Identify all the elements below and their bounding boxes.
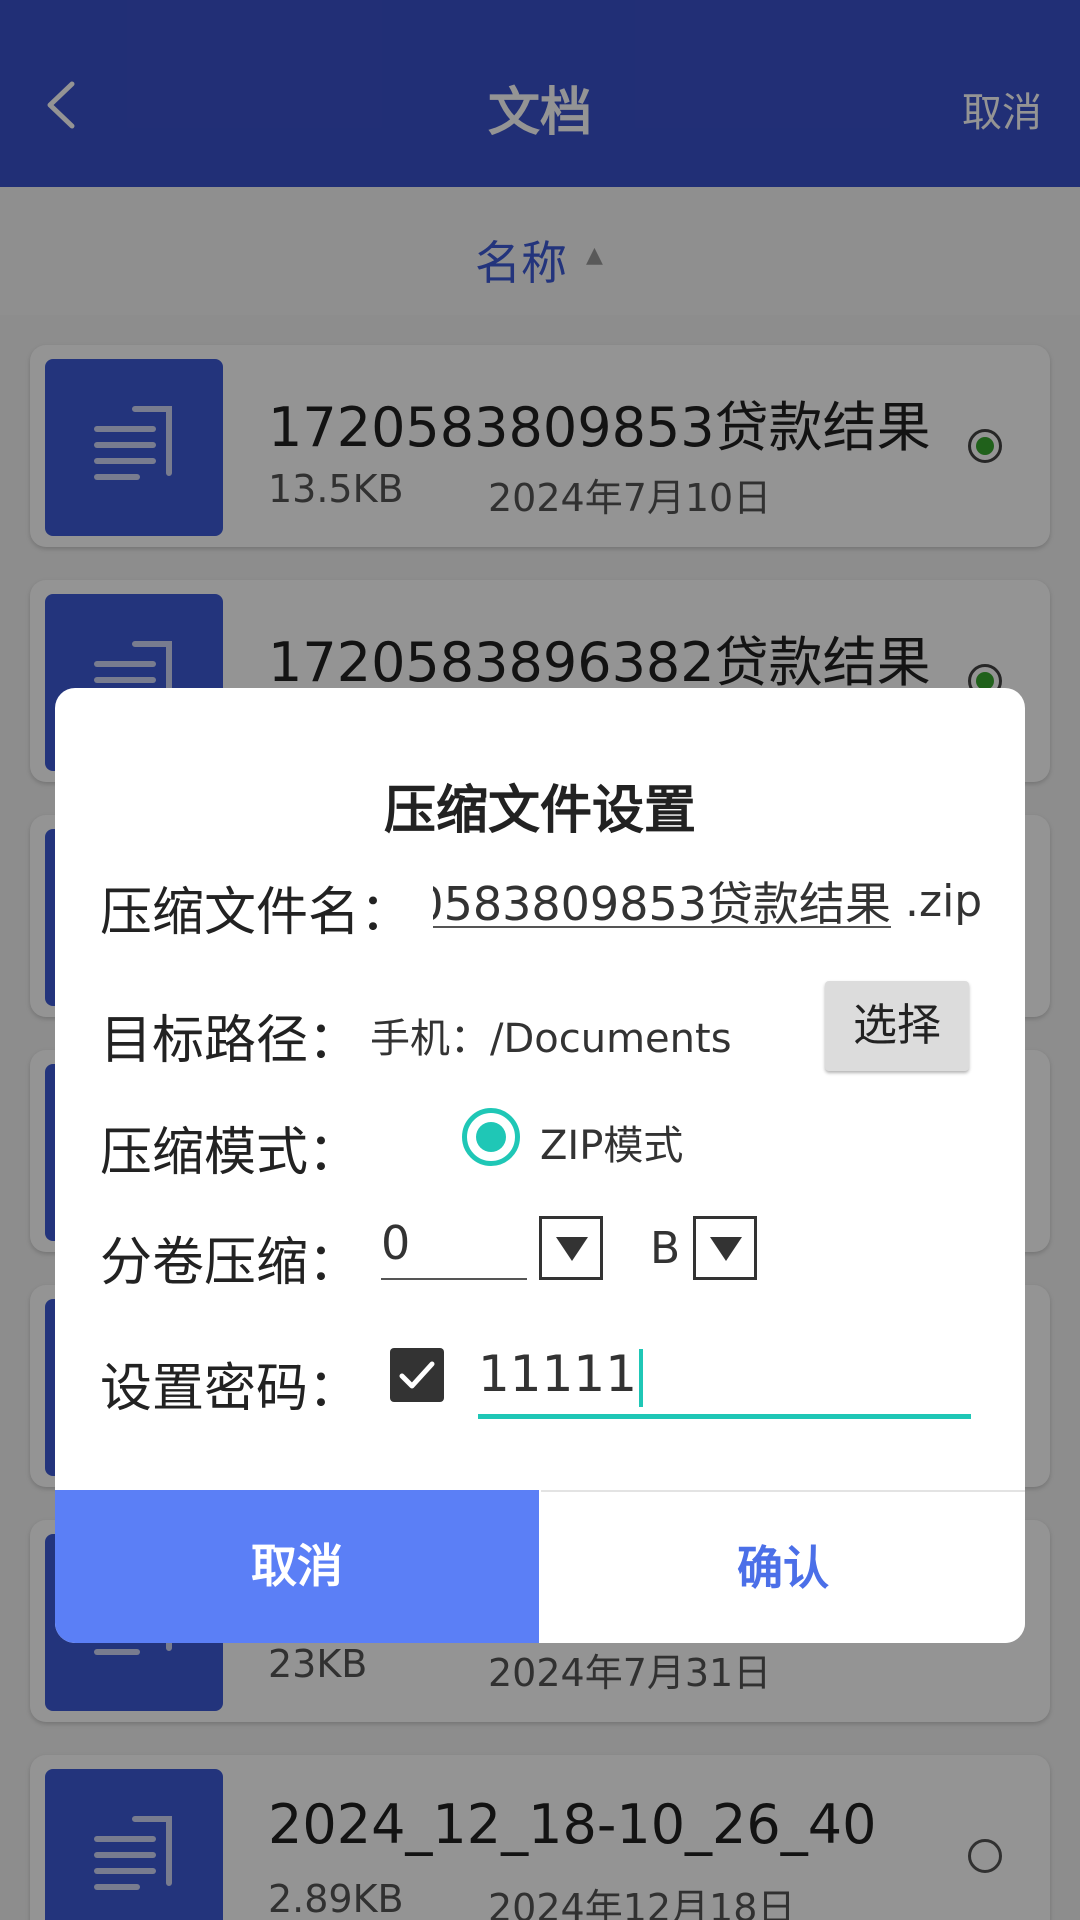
filename-label: 压缩文件名： [100, 883, 413, 943]
volume-size-dropdown[interactable] [539, 1216, 603, 1280]
dialog-title: 压缩文件设置 [383, 781, 696, 841]
file-extension: .zip [905, 876, 983, 927]
volume-label: 分卷压缩： [100, 1233, 361, 1293]
password-value: 11111 [478, 1345, 638, 1403]
zip-mode-radio[interactable] [462, 1108, 520, 1166]
path-label: 目标路径： [100, 1011, 361, 1071]
compress-settings-dialog: 压缩文件设置 压缩文件名： 0583809853贷款结果 .zip 目标路径： … [55, 688, 1025, 1643]
dialog-cancel-button[interactable]: 取消 [55, 1490, 539, 1643]
mode-label: 压缩模式： [100, 1123, 361, 1183]
choose-path-button[interactable]: 选择 [825, 981, 969, 1071]
password-label: 设置密码： [100, 1359, 361, 1419]
volume-unit-dropdown[interactable] [693, 1216, 757, 1280]
filename-input[interactable]: 0583809853贷款结果 [433, 868, 891, 928]
dialog-confirm-button[interactable]: 确认 [541, 1490, 1025, 1643]
path-value: 手机：/Documents [370, 1016, 732, 1062]
filename-value: 0583809853贷款结果 [433, 877, 891, 928]
volume-unit-value: B [650, 1223, 681, 1274]
password-checkbox[interactable] [390, 1348, 444, 1402]
volume-size-input[interactable]: 0 [381, 1216, 527, 1280]
text-cursor [639, 1348, 644, 1407]
zip-mode-label[interactable]: ZIP模式 [540, 1113, 683, 1171]
password-input[interactable]: 11111 [478, 1343, 971, 1419]
